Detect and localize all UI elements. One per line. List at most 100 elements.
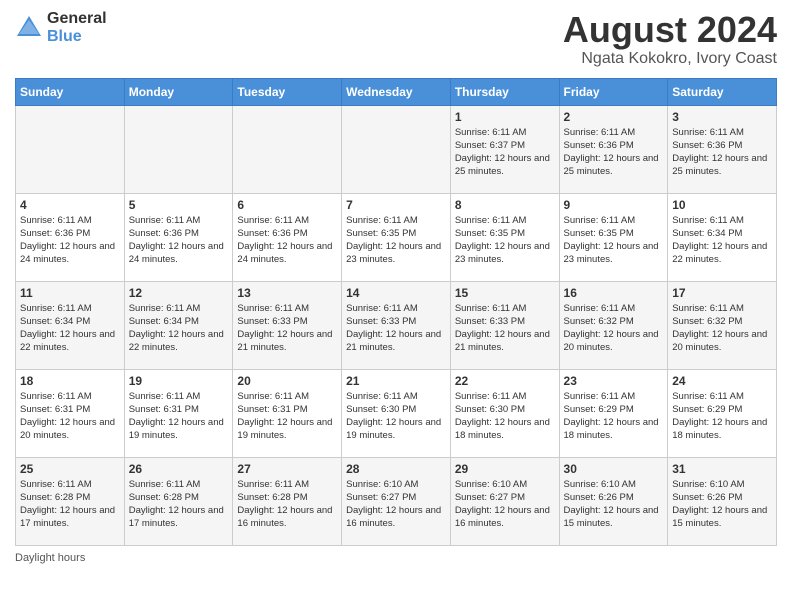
day-number: 18: [20, 374, 120, 388]
day-number: 10: [672, 198, 772, 212]
day-number: 21: [346, 374, 446, 388]
calendar-cell: 5 Sunrise: 6:11 AM Sunset: 6:36 PM Daylig…: [124, 193, 233, 281]
calendar-cell: 28Sunrise: 6:10 AM Sunset: 6:27 PM Dayli…: [342, 457, 451, 545]
day-info: Sunrise: 6:11 AM Sunset: 6:31 PM Dayligh…: [237, 390, 337, 443]
day-number: 2: [564, 110, 664, 124]
calendar-cell: 18 Sunrise: 6:11 AM Sunset: 6:31 PM Dayli…: [16, 369, 125, 457]
day-number: 31: [672, 462, 772, 476]
calendar-cell: 6 Sunrise: 6:11 AM Sunset: 6:36 PM Daylig…: [233, 193, 342, 281]
calendar-cell: 16Sunrise: 6:11 AM Sunset: 6:32 PM Dayli…: [559, 281, 668, 369]
calendar-cell: 20 Sunrise: 6:11 AM Sunset: 6:31 PM Dayli…: [233, 369, 342, 457]
calendar-cell: 19 Sunrise: 6:11 AM Sunset: 6:31 PM Dayli…: [124, 369, 233, 457]
logo-text: General Blue: [47, 10, 107, 45]
day-info: Sunrise: 6:11 AM Sunset: 6:35 PM Dayligh…: [455, 214, 555, 267]
calendar-cell: 24 Sunrise: 6:11 AM Sunset: 6:29 PM Dayli…: [668, 369, 777, 457]
day-number: 19: [129, 374, 229, 388]
day-info: Sunrise: 6:11 AM Sunset: 6:36 PM Dayligh…: [672, 126, 772, 179]
calendar-cell: [16, 105, 125, 193]
day-number: 5: [129, 198, 229, 212]
header-cell-tuesday: Tuesday: [233, 78, 342, 105]
calendar-cell: 13Sunrise: 6:11 AM Sunset: 6:33 PM Dayli…: [233, 281, 342, 369]
day-info: Sunrise: 6:11 AM Sunset: 6:36 PM Dayligh…: [564, 126, 664, 179]
calendar-cell: 3 Sunrise: 6:11 AM Sunset: 6:36 PM Daylig…: [668, 105, 777, 193]
day-info: Sunrise: 6:11 AM Sunset: 6:28 PM Dayligh…: [129, 478, 229, 531]
day-info: Sunrise: 6:11 AM Sunset: 6:34 PM Dayligh…: [129, 302, 229, 355]
logo-icon: [15, 14, 43, 42]
calendar-cell: 14Sunrise: 6:11 AM Sunset: 6:33 PM Dayli…: [342, 281, 451, 369]
day-info: Sunrise: 6:11 AM Sunset: 6:29 PM Dayligh…: [564, 390, 664, 443]
day-number: 11: [20, 286, 120, 300]
calendar-cell: 22 Sunrise: 6:11 AM Sunset: 6:30 PM Dayli…: [450, 369, 559, 457]
calendar-cell: [124, 105, 233, 193]
day-info: Sunrise: 6:11 AM Sunset: 6:35 PM Dayligh…: [346, 214, 446, 267]
day-number: 16: [564, 286, 664, 300]
day-number: 6: [237, 198, 337, 212]
day-number: 14: [346, 286, 446, 300]
calendar-cell: 26 Sunrise: 6:11 AM Sunset: 6:28 PM Dayli…: [124, 457, 233, 545]
calendar-cell: [233, 105, 342, 193]
day-number: 3: [672, 110, 772, 124]
header-cell-friday: Friday: [559, 78, 668, 105]
day-number: 4: [20, 198, 120, 212]
day-info: Sunrise: 6:11 AM Sunset: 6:36 PM Dayligh…: [237, 214, 337, 267]
day-number: 27: [237, 462, 337, 476]
calendar-cell: 9Sunrise: 6:11 AM Sunset: 6:35 PM Daylig…: [559, 193, 668, 281]
header-row: SundayMondayTuesdayWednesdayThursdayFrid…: [16, 78, 777, 105]
calendar-cell: 12 Sunrise: 6:11 AM Sunset: 6:34 PM Dayli…: [124, 281, 233, 369]
calendar-cell: 30Sunrise: 6:10 AM Sunset: 6:26 PM Dayli…: [559, 457, 668, 545]
calendar-cell: 23Sunrise: 6:11 AM Sunset: 6:29 PM Dayli…: [559, 369, 668, 457]
calendar-cell: 31Sunrise: 6:10 AM Sunset: 6:26 PM Dayli…: [668, 457, 777, 545]
week-row-4: 18 Sunrise: 6:11 AM Sunset: 6:31 PM Dayli…: [16, 369, 777, 457]
calendar-cell: 7 Sunrise: 6:11 AM Sunset: 6:35 PM Daylig…: [342, 193, 451, 281]
header-cell-thursday: Thursday: [450, 78, 559, 105]
day-number: 8: [455, 198, 555, 212]
logo: General Blue: [15, 10, 107, 45]
day-info: Sunrise: 6:11 AM Sunset: 6:37 PM Dayligh…: [455, 126, 555, 179]
day-number: 24: [672, 374, 772, 388]
day-info: Sunrise: 6:11 AM Sunset: 6:30 PM Dayligh…: [455, 390, 555, 443]
day-number: 1: [455, 110, 555, 124]
day-info: Sunrise: 6:11 AM Sunset: 6:36 PM Dayligh…: [129, 214, 229, 267]
calendar-cell: 21 Sunrise: 6:11 AM Sunset: 6:30 PM Dayli…: [342, 369, 451, 457]
calendar-cell: 27 Sunrise: 6:11 AM Sunset: 6:28 PM Dayli…: [233, 457, 342, 545]
day-number: 12: [129, 286, 229, 300]
day-number: 13: [237, 286, 337, 300]
title-section: August 2024 Ngata Kokokro, Ivory Coast: [563, 10, 777, 68]
day-number: 29: [455, 462, 555, 476]
day-info: Sunrise: 6:11 AM Sunset: 6:28 PM Dayligh…: [237, 478, 337, 531]
logo-blue: Blue: [47, 28, 107, 46]
day-number: 26: [129, 462, 229, 476]
header-cell-saturday: Saturday: [668, 78, 777, 105]
footer: Daylight hours: [15, 552, 777, 564]
week-row-1: 1 Sunrise: 6:11 AM Sunset: 6:37 PM Daylig…: [16, 105, 777, 193]
header-cell-monday: Monday: [124, 78, 233, 105]
day-number: 7: [346, 198, 446, 212]
main-title: August 2024: [563, 10, 777, 50]
day-info: Sunrise: 6:11 AM Sunset: 6:36 PM Dayligh…: [20, 214, 120, 267]
day-info: Sunrise: 6:11 AM Sunset: 6:31 PM Dayligh…: [129, 390, 229, 443]
calendar-cell: 25Sunrise: 6:11 AM Sunset: 6:28 PM Dayli…: [16, 457, 125, 545]
day-info: Sunrise: 6:11 AM Sunset: 6:28 PM Dayligh…: [20, 478, 120, 531]
calendar-cell: 29 Sunrise: 6:10 AM Sunset: 6:27 PM Dayli…: [450, 457, 559, 545]
calendar-cell: 8 Sunrise: 6:11 AM Sunset: 6:35 PM Daylig…: [450, 193, 559, 281]
footer-label: Daylight hours: [15, 552, 85, 564]
day-number: 17: [672, 286, 772, 300]
calendar-table: SundayMondayTuesdayWednesdayThursdayFrid…: [15, 78, 777, 546]
week-row-2: 4 Sunrise: 6:11 AM Sunset: 6:36 PM Daylig…: [16, 193, 777, 281]
day-info: Sunrise: 6:11 AM Sunset: 6:30 PM Dayligh…: [346, 390, 446, 443]
day-info: Sunrise: 6:11 AM Sunset: 6:35 PM Dayligh…: [564, 214, 664, 267]
day-info: Sunrise: 6:10 AM Sunset: 6:27 PM Dayligh…: [455, 478, 555, 531]
calendar-cell: 11 Sunrise: 6:11 AM Sunset: 6:34 PM Dayli…: [16, 281, 125, 369]
calendar-cell: 15 Sunrise: 6:11 AM Sunset: 6:33 PM Dayli…: [450, 281, 559, 369]
day-info: Sunrise: 6:11 AM Sunset: 6:33 PM Dayligh…: [455, 302, 555, 355]
logo-general: General: [47, 10, 107, 28]
day-info: Sunrise: 6:11 AM Sunset: 6:34 PM Dayligh…: [672, 214, 772, 267]
calendar-cell: 10 Sunrise: 6:11 AM Sunset: 6:34 PM Dayli…: [668, 193, 777, 281]
calendar-cell: 4 Sunrise: 6:11 AM Sunset: 6:36 PM Daylig…: [16, 193, 125, 281]
day-info: Sunrise: 6:11 AM Sunset: 6:29 PM Dayligh…: [672, 390, 772, 443]
day-number: 22: [455, 374, 555, 388]
day-info: Sunrise: 6:11 AM Sunset: 6:34 PM Dayligh…: [20, 302, 120, 355]
day-number: 15: [455, 286, 555, 300]
day-info: Sunrise: 6:11 AM Sunset: 6:31 PM Dayligh…: [20, 390, 120, 443]
day-number: 20: [237, 374, 337, 388]
